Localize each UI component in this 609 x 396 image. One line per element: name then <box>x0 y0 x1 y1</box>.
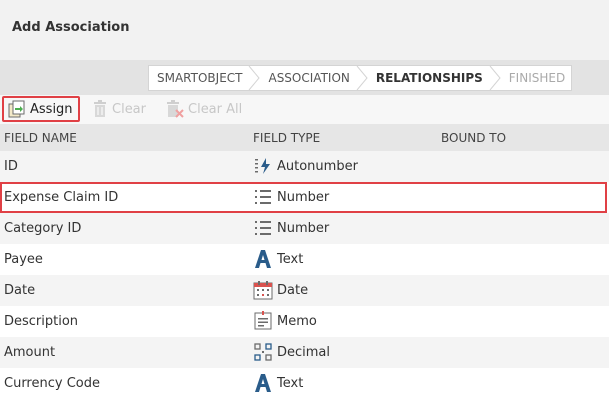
field-table: ID Autonumber Expense Claim ID Number Ca… <box>0 151 609 396</box>
clear-button: Clear <box>92 97 146 121</box>
chevron-right-icon <box>489 66 501 90</box>
field-name: Description <box>4 314 79 329</box>
table-row[interactable]: Payee Text <box>0 244 609 275</box>
field-type: Date <box>253 279 308 301</box>
assign-button[interactable]: Assign <box>2 96 80 122</box>
table-row[interactable]: Date Date <box>0 275 609 306</box>
field-type: Autonumber <box>253 155 358 177</box>
clear-label: Clear <box>112 101 146 117</box>
field-name: Amount <box>4 345 56 360</box>
wizard-step-label: SMARTOBJECT <box>157 71 243 85</box>
wizard-steps: SMARTOBJECT ASSOCIATION RELATIONSHIPS FI… <box>148 65 573 91</box>
field-name: ID <box>4 159 18 174</box>
field-name: Category ID <box>4 221 82 236</box>
field-type-label: Memo <box>277 313 317 329</box>
field-type: Number <box>253 217 329 239</box>
dialog-title: Add Association <box>12 20 130 35</box>
wizard-step-label: FINISHED <box>508 71 566 85</box>
table-row[interactable]: Category ID Number <box>0 213 609 244</box>
dialog-header: Add Association <box>0 0 609 60</box>
assign-icon <box>8 100 25 118</box>
field-type-label: Text <box>277 375 304 391</box>
field-type: Text <box>253 372 303 394</box>
table-row[interactable]: ID Autonumber <box>0 151 609 182</box>
field-type: Memo <box>253 310 317 332</box>
text-icon <box>255 250 271 268</box>
table-row[interactable]: Description Memo <box>0 306 609 337</box>
field-name: Expense Claim ID <box>4 190 119 205</box>
wizard-step-smartobject[interactable]: SMARTOBJECT <box>149 66 261 90</box>
calendar-icon <box>253 281 273 300</box>
table-row-selected[interactable]: Expense Claim ID Number <box>0 182 609 213</box>
column-header-field-type[interactable]: FIELD TYPE <box>253 131 320 145</box>
chevron-right-icon <box>356 66 368 90</box>
table-row[interactable]: Amount Decimal <box>0 337 609 368</box>
field-type: Decimal <box>253 341 330 363</box>
field-type-label: Number <box>277 189 330 205</box>
assign-label: Assign <box>30 101 73 117</box>
field-type-label: Decimal <box>277 344 331 360</box>
field-type-label: Text <box>277 251 304 267</box>
field-name: Currency Code <box>4 376 100 391</box>
number-icon <box>255 221 271 235</box>
wizard-step-finished: FINISHED <box>501 66 571 90</box>
clear-all-button: Clear All <box>166 97 242 121</box>
column-header-bound-to[interactable]: BOUND TO <box>441 131 506 145</box>
wizard-bar: SMARTOBJECT ASSOCIATION RELATIONSHIPS FI… <box>0 60 609 95</box>
autonumber-icon <box>255 158 270 174</box>
wizard-step-label: ASSOCIATION <box>268 71 350 85</box>
column-header-field-name[interactable]: FIELD NAME <box>4 131 77 145</box>
clear-all-label: Clear All <box>188 101 243 117</box>
decimal-icon <box>254 343 272 361</box>
wizard-step-association[interactable]: ASSOCIATION <box>260 66 368 90</box>
trash-icon <box>94 100 106 117</box>
number-icon <box>255 190 271 204</box>
trash-x-icon <box>167 100 184 118</box>
wizard-step-relationships[interactable]: RELATIONSHIPS <box>368 66 501 90</box>
memo-icon <box>254 311 272 330</box>
field-name: Date <box>4 283 36 298</box>
field-type-label: Autonumber <box>277 158 358 174</box>
chevron-right-icon <box>249 66 261 90</box>
wizard-step-label: RELATIONSHIPS <box>375 71 483 85</box>
toolbar: Assign Clear Clear All <box>0 95 609 124</box>
field-type: Text <box>253 248 303 270</box>
table-header: FIELD NAME FIELD TYPE BOUND TO <box>0 124 609 151</box>
field-type-label: Number <box>277 220 330 236</box>
table-row[interactable]: Currency Code Text <box>0 368 609 396</box>
text-icon <box>255 374 271 392</box>
field-type: Number <box>253 186 329 208</box>
field-type-label: Date <box>277 282 309 298</box>
field-name: Payee <box>4 252 43 267</box>
